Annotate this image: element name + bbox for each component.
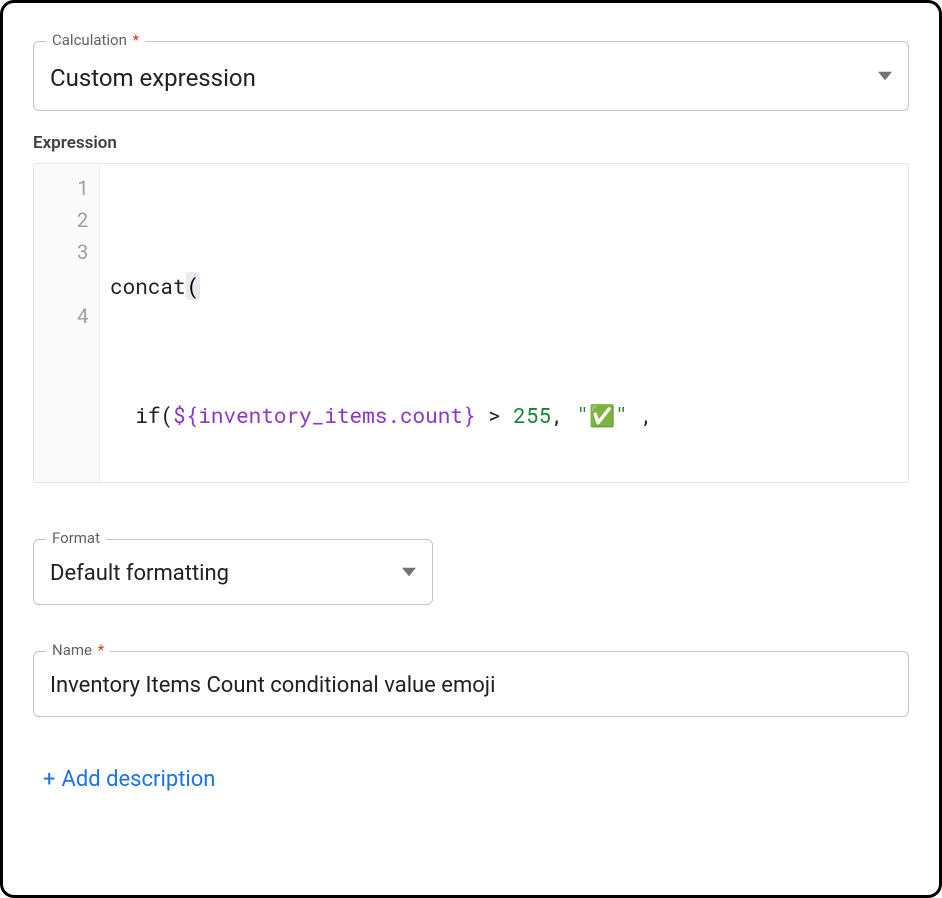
line-number: 1 — [40, 172, 89, 204]
format-select[interactable]: Format Default formatting — [33, 539, 433, 605]
name-label-text: Name — [52, 641, 92, 659]
line-number-spacer — [40, 268, 89, 300]
calculation-select[interactable]: Calculation * Custom expression — [33, 41, 909, 111]
add-description-label: Add description — [61, 767, 215, 792]
chevron-down-icon — [878, 69, 892, 83]
code-line: concat( — [110, 270, 898, 302]
tok-kw: if — [135, 401, 160, 429]
required-marker: * — [98, 641, 104, 659]
tok-op: > — [488, 401, 501, 429]
tok-comma: , — [640, 401, 653, 429]
tok-ref: inventory_items.count — [198, 401, 463, 429]
tok-ref: } — [463, 401, 476, 429]
tok-fn: concat — [110, 272, 186, 300]
calculation-label-text: Calculation — [52, 31, 127, 49]
line-number: 2 — [40, 204, 89, 236]
name-label: Name * — [46, 641, 110, 659]
code-line: if(${inventory_items.count} > 255, "✅" , — [110, 399, 898, 431]
tok-quote: " — [576, 401, 589, 429]
tok-paren: ( — [186, 272, 201, 300]
calculation-label: Calculation * — [46, 31, 145, 49]
required-marker: * — [133, 31, 139, 49]
format-value: Default formatting — [50, 545, 394, 600]
custom-field-panel: Calculation * Custom expression Expressi… — [0, 0, 942, 898]
line-number: 4 — [40, 300, 89, 332]
add-description-button[interactable]: + Add description — [43, 767, 215, 792]
format-label-text: Format — [52, 529, 100, 547]
editor-code[interactable]: concat( if(${inventory_items.count} > 25… — [100, 164, 908, 482]
line-number: 3 — [40, 236, 89, 268]
plus-icon: + — [43, 769, 55, 791]
editor-gutter: 1 2 3 4 — [34, 164, 100, 482]
tok-ref: $ — [173, 401, 186, 429]
chevron-down-icon — [402, 565, 416, 579]
name-input[interactable] — [50, 657, 892, 712]
tok-quote: " — [615, 401, 628, 429]
name-field[interactable]: Name * — [33, 651, 909, 717]
expression-editor[interactable]: 1 2 3 4 concat( if(${inventory_items.cou… — [33, 163, 909, 483]
calculation-value: Custom expression — [50, 46, 870, 106]
expression-label: Expression — [33, 133, 909, 153]
tok-ref: { — [186, 401, 199, 429]
tok-comma: , — [551, 401, 564, 429]
tok-num: 255 — [513, 401, 551, 429]
format-label: Format — [46, 529, 106, 547]
tok-paren: ( — [160, 401, 173, 429]
emoji-check-icon: ✅ — [589, 401, 615, 429]
